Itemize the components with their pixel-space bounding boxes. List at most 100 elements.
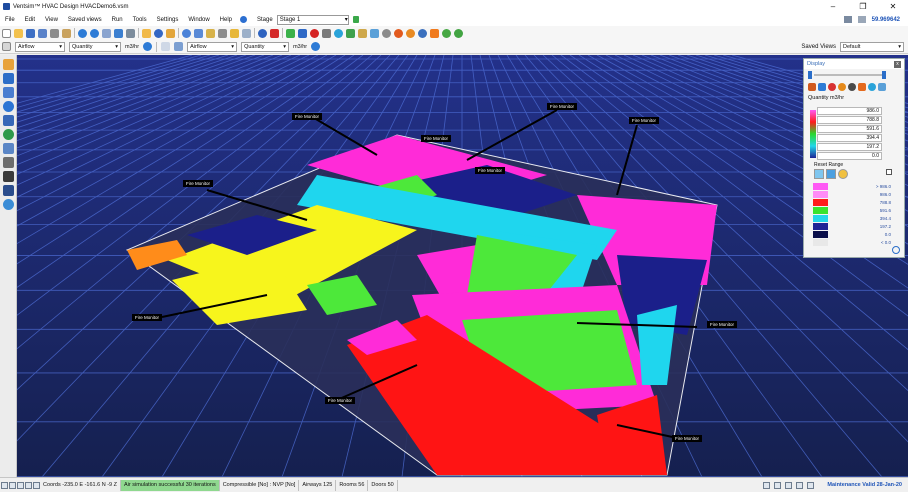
- quantity-left-select[interactable]: Quantity ▾: [69, 41, 121, 52]
- model-canvas[interactable]: [17, 55, 908, 477]
- zoom-out-icon[interactable]: [1, 481, 8, 489]
- reset-range-button[interactable]: [814, 169, 824, 179]
- 3d-model-viewport[interactable]: Fire Monitor Fire Monitor Fire Monitor F…: [17, 55, 908, 477]
- menu-saved-views[interactable]: Saved views: [63, 17, 107, 23]
- bar-icon[interactable]: [818, 83, 826, 91]
- screen-icon[interactable]: [2, 185, 14, 196]
- print-icon[interactable]: [50, 28, 59, 38]
- heat-icon[interactable]: [406, 28, 415, 38]
- copy-icon[interactable]: [102, 28, 111, 38]
- range-checkbox[interactable]: [886, 169, 892, 175]
- pencil-icon[interactable]: [166, 28, 175, 38]
- stop-icon[interactable]: [310, 28, 319, 38]
- camera-icon[interactable]: [774, 481, 782, 489]
- menu-edit[interactable]: Edit: [20, 17, 40, 23]
- fire-icon[interactable]: [430, 28, 439, 38]
- globe-icon[interactable]: [2, 129, 14, 140]
- fire-monitor-label[interactable]: Fire Monitor: [629, 117, 660, 124]
- range-value-input[interactable]: 197.2: [817, 143, 882, 151]
- save-as-icon[interactable]: [38, 28, 47, 38]
- forward-icon[interactable]: [298, 28, 307, 38]
- star-icon[interactable]: [230, 28, 239, 38]
- circle-icon[interactable]: [2, 101, 14, 112]
- add-icon[interactable]: [258, 28, 267, 38]
- layers-icon[interactable]: [2, 59, 14, 70]
- maximize-button[interactable]: ❐: [848, 2, 878, 11]
- select-tool-icon[interactable]: [142, 28, 151, 38]
- delete-icon[interactable]: [270, 28, 279, 38]
- globe-icon[interactable]: [334, 28, 343, 38]
- minimize-button[interactable]: –: [818, 2, 848, 11]
- fire-monitor-label[interactable]: Fire Monitor: [421, 135, 452, 142]
- heat-icon[interactable]: [838, 83, 846, 91]
- image-icon[interactable]: [878, 83, 886, 91]
- text-bold-icon[interactable]: [161, 42, 171, 51]
- menu-settings[interactable]: Settings: [152, 17, 184, 23]
- fire-monitor-label[interactable]: Fire Monitor: [707, 321, 738, 328]
- open-folder-icon[interactable]: [14, 28, 23, 38]
- new-file-icon[interactable]: [2, 28, 11, 38]
- license-icon[interactable]: [857, 16, 866, 23]
- wave-icon[interactable]: [2, 143, 14, 154]
- recycle-icon[interactable]: [442, 28, 451, 38]
- fire-monitor-label[interactable]: Fire Monitor: [325, 397, 356, 404]
- globe-icon[interactable]: [868, 83, 876, 91]
- wand-icon[interactable]: [218, 28, 227, 38]
- image-icon[interactable]: [370, 28, 379, 38]
- fire-monitor-label[interactable]: Fire Monitor: [547, 103, 578, 110]
- range-value-input[interactable]: 986.0: [817, 107, 882, 115]
- fire-monitor-label[interactable]: Fire Monitor: [672, 435, 703, 442]
- gauge-icon[interactable]: [848, 83, 856, 91]
- opacity-slider[interactable]: [808, 71, 900, 79]
- edit-icon[interactable]: [358, 28, 367, 38]
- help-icon[interactable]: [892, 246, 900, 254]
- paste-icon[interactable]: [62, 28, 71, 38]
- fire-icon[interactable]: [858, 83, 866, 91]
- fire-monitor-label[interactable]: Fire Monitor: [183, 180, 214, 187]
- airflow-right-select[interactable]: Airflow ▾: [187, 41, 238, 52]
- range-value-input[interactable]: 591.6: [817, 125, 882, 133]
- gear-icon[interactable]: [311, 42, 321, 51]
- auto-range-button[interactable]: [826, 169, 836, 179]
- slider-knob-right[interactable]: [882, 71, 886, 79]
- range-value-input[interactable]: 788.8: [817, 116, 882, 124]
- fire-monitor-label[interactable]: Fire Monitor: [475, 167, 506, 174]
- menu-tools[interactable]: Tools: [128, 17, 152, 23]
- saved-views-select[interactable]: Default ▾: [840, 41, 904, 52]
- text-icon[interactable]: [174, 42, 184, 51]
- range-value-input[interactable]: 394.4: [817, 134, 882, 142]
- export-icon[interactable]: [2, 157, 14, 168]
- fit-view-icon[interactable]: [33, 481, 40, 489]
- menu-run[interactable]: Run: [107, 17, 128, 23]
- save-icon[interactable]: [26, 28, 35, 38]
- blocks-icon[interactable]: [2, 73, 14, 84]
- grid-icon[interactable]: [808, 83, 816, 91]
- flame-icon[interactable]: [828, 83, 836, 91]
- rotate-tool-icon[interactable]: [154, 28, 163, 38]
- zoom-in-icon[interactable]: [9, 481, 16, 489]
- menu-help[interactable]: Help: [215, 17, 237, 23]
- gear-icon[interactable]: [382, 28, 391, 38]
- menu-file[interactable]: File: [0, 17, 20, 23]
- move-icon[interactable]: [194, 28, 203, 38]
- dollar-icon[interactable]: [454, 28, 463, 38]
- range-value-input[interactable]: 0.0: [817, 152, 882, 160]
- pan-icon[interactable]: [17, 481, 24, 489]
- sync-icon[interactable]: [807, 481, 815, 489]
- slider-knob-left[interactable]: [808, 71, 812, 79]
- lock-icon[interactable]: [352, 16, 359, 23]
- gear-icon[interactable]: [2, 199, 14, 210]
- pen-icon[interactable]: [206, 28, 215, 38]
- help-icon[interactable]: [240, 16, 248, 23]
- rotate-icon[interactable]: [25, 481, 32, 489]
- airflow-left-select[interactable]: Airflow ▾: [15, 41, 65, 52]
- fire-monitor-label[interactable]: Fire Monitor: [132, 314, 163, 321]
- account-icon[interactable]: [843, 16, 852, 23]
- network-icon[interactable]: [763, 481, 771, 489]
- close-icon[interactable]: x: [894, 60, 901, 68]
- text-icon[interactable]: [242, 28, 251, 38]
- globe-view-icon[interactable]: [418, 28, 427, 38]
- stage-select[interactable]: Stage 1 ▾: [276, 14, 349, 25]
- menu-view[interactable]: View: [40, 17, 63, 23]
- view-icon[interactable]: [114, 28, 123, 38]
